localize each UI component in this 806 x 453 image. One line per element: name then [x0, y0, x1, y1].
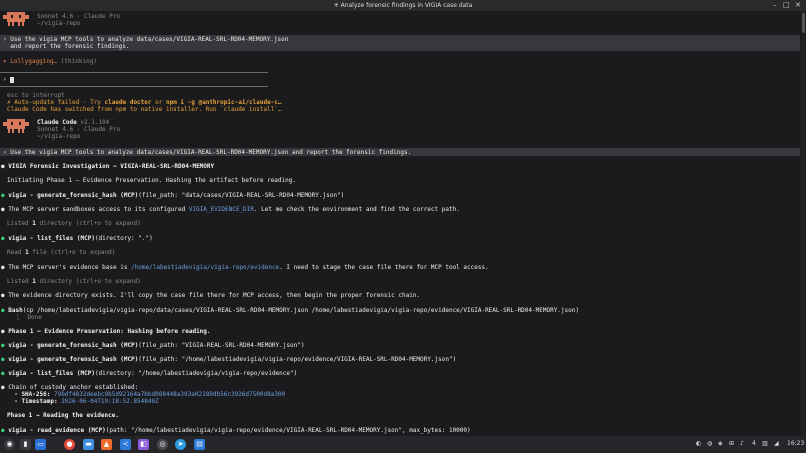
- vscode-icon[interactable]: ≺: [120, 439, 131, 450]
- tray-app-icon[interactable]: ◍: [707, 440, 712, 447]
- collapsed-result[interactable]: Read 1 file (ctrl+o to expand): [7, 249, 115, 256]
- input-border-bottom: [0, 86, 268, 87]
- text-cursor: [10, 76, 15, 83]
- claude-mascot-icon: [3, 119, 29, 133]
- input-field[interactable]: ›: [3, 76, 15, 83]
- tray-app-icon[interactable]: ⊞: [729, 440, 734, 447]
- input-border-top: [0, 72, 268, 73]
- collapsed-result[interactable]: Listed 1 directory (ctrl+o to expand): [7, 220, 141, 227]
- thinking-label: Lollygagging…: [10, 58, 58, 65]
- volume-icon[interactable]: ◢: [774, 440, 779, 447]
- taskbar: ◉ ▮ ▭ ● ▬ ▲ ≺ ◧ ◎ ➤ ▤ ◐ ◍ ◈ ⊞ ♪ 4 ▥ ◢ 16…: [0, 436, 806, 453]
- tray-app-icon[interactable]: ◈: [718, 440, 723, 447]
- bell-icon[interactable]: ♪: [740, 440, 744, 447]
- thinking-suffix: (thinking): [57, 58, 97, 65]
- window-title: ✳ Analyze forensic findings in VIGIA cas…: [333, 2, 473, 9]
- tray-app-icon[interactable]: ◐: [696, 440, 701, 447]
- autoupdate-label: ✗ Auto-update failed · Try: [7, 99, 105, 106]
- notes-icon[interactable]: ▤: [194, 439, 205, 450]
- minimize-icon[interactable]: –: [773, 1, 777, 9]
- log-text: ● The MCP server's evidence base is /hom…: [1, 264, 489, 271]
- app-name: Claude Code: [37, 119, 77, 126]
- editor-icon[interactable]: ◧: [138, 439, 149, 450]
- close-icon[interactable]: ✕: [795, 1, 801, 9]
- app-name-line: Claude Code v2.1.104: [37, 119, 109, 126]
- thinking-status: ✶ Lollygagging… (thinking): [3, 58, 97, 65]
- clock[interactable]: 16:23: [787, 440, 804, 447]
- brave-icon[interactable]: ▲: [101, 439, 112, 450]
- user-prompt-line: › Use the vigia MCP tools to analyze dat…: [3, 149, 412, 156]
- terminal-icon[interactable]: ▮: [20, 439, 31, 450]
- log-text: ● Phase 1 — Evidence Preservation: Hashi…: [1, 328, 211, 335]
- log-heading: ● VIGIA Forensic Investigation — VIGIA-R…: [1, 163, 215, 170]
- user-prompt-line: and report the forensic findings.: [3, 43, 130, 50]
- tool-call: ● vigia - generate_forensic_hash (MCP)(f…: [1, 192, 345, 199]
- collapsed-result[interactable]: Listed 1 directory (ctrl+o to expand): [7, 278, 141, 285]
- terminal-icon[interactable]: ▭: [35, 439, 46, 450]
- log-text: ● Chain of custody anchor established:: [1, 384, 139, 391]
- scrollbar-thumb[interactable]: [802, 13, 805, 33]
- log-text: Phase 1 → Reading the evidence.: [7, 412, 119, 419]
- tool-call: ● Bash(cp /home/labestiadevigia/vigia-re…: [1, 307, 579, 314]
- files-icon[interactable]: ▬: [83, 439, 94, 450]
- autoupdate-warning: ✗ Auto-update failed · Try claude doctor…: [7, 99, 282, 106]
- timestamp-line: - Timestamp: 2026-06-04T19:18:52.854840Z: [7, 398, 159, 405]
- model-info: Sonnet 4.6 · Claude Pro: [37, 126, 121, 133]
- esc-hint: esc to interrupt: [7, 92, 65, 99]
- tool-call: ● vigia - generate_forensic_hash (MCP)(f…: [1, 356, 457, 363]
- tool-call: ● vigia - generate_forensic_hash (MCP)(f…: [1, 342, 305, 349]
- working-dir: ~/vigia-repo: [37, 133, 81, 140]
- terminal-output[interactable]: Sonnet 4.6 · Claude Pro ~/vigia-repo › U…: [0, 11, 806, 436]
- path-link[interactable]: /home/labestiadevigia/vigia-repo/evidenc…: [131, 264, 279, 271]
- user-prompt-line: › Use the vigia MCP tools to analyze dat…: [3, 36, 289, 43]
- telegram-icon[interactable]: ➤: [175, 439, 186, 450]
- claude-mascot-icon: [3, 12, 29, 26]
- log-text: ● The evidence directory exists. I'll co…: [1, 292, 421, 299]
- installer-notice: Claude Code has switched from npm to nat…: [7, 106, 282, 113]
- working-dir: ~/vigia-repo: [37, 20, 81, 27]
- scrollbar[interactable]: [801, 11, 806, 436]
- command-npm: npm i -g @anthropic-ai/claude-c…: [165, 99, 282, 106]
- hash-line: - SHA-256: 79bdf4832deebc9b5d92164a7bbd0…: [7, 391, 286, 398]
- app-version: v2.1.104: [80, 119, 110, 126]
- tool-result: ⎿ Done: [7, 314, 42, 321]
- log-text: Initiating Phase 1 — Evidence Preservati…: [7, 177, 296, 184]
- apps-icon[interactable]: ◎: [157, 439, 168, 450]
- tool-call: ● vigia - read_evidence (MCP)(path: "/ho…: [1, 427, 471, 434]
- launcher-icon[interactable]: ◉: [4, 439, 15, 450]
- or-text: or: [151, 99, 166, 106]
- log-text: ● The MCP server sandboxes access to its…: [1, 206, 460, 213]
- model-info: Sonnet 4.6 · Claude Pro: [37, 13, 121, 20]
- tray-count[interactable]: 4: [752, 440, 756, 447]
- tool-call: ● vigia - list_files (MCP)(directory: ".…: [1, 235, 153, 242]
- window-titlebar: ✳ Analyze forensic findings in VIGIA cas…: [0, 0, 806, 11]
- network-icon[interactable]: ▥: [762, 440, 768, 447]
- tool-call: ● vigia - list_files (MCP)(directory: "/…: [1, 370, 298, 377]
- input-caret: ›: [3, 76, 7, 83]
- chrome-icon[interactable]: ●: [64, 439, 75, 450]
- command-doctor: claude doctor: [104, 99, 152, 106]
- maximize-icon[interactable]: □: [783, 1, 790, 9]
